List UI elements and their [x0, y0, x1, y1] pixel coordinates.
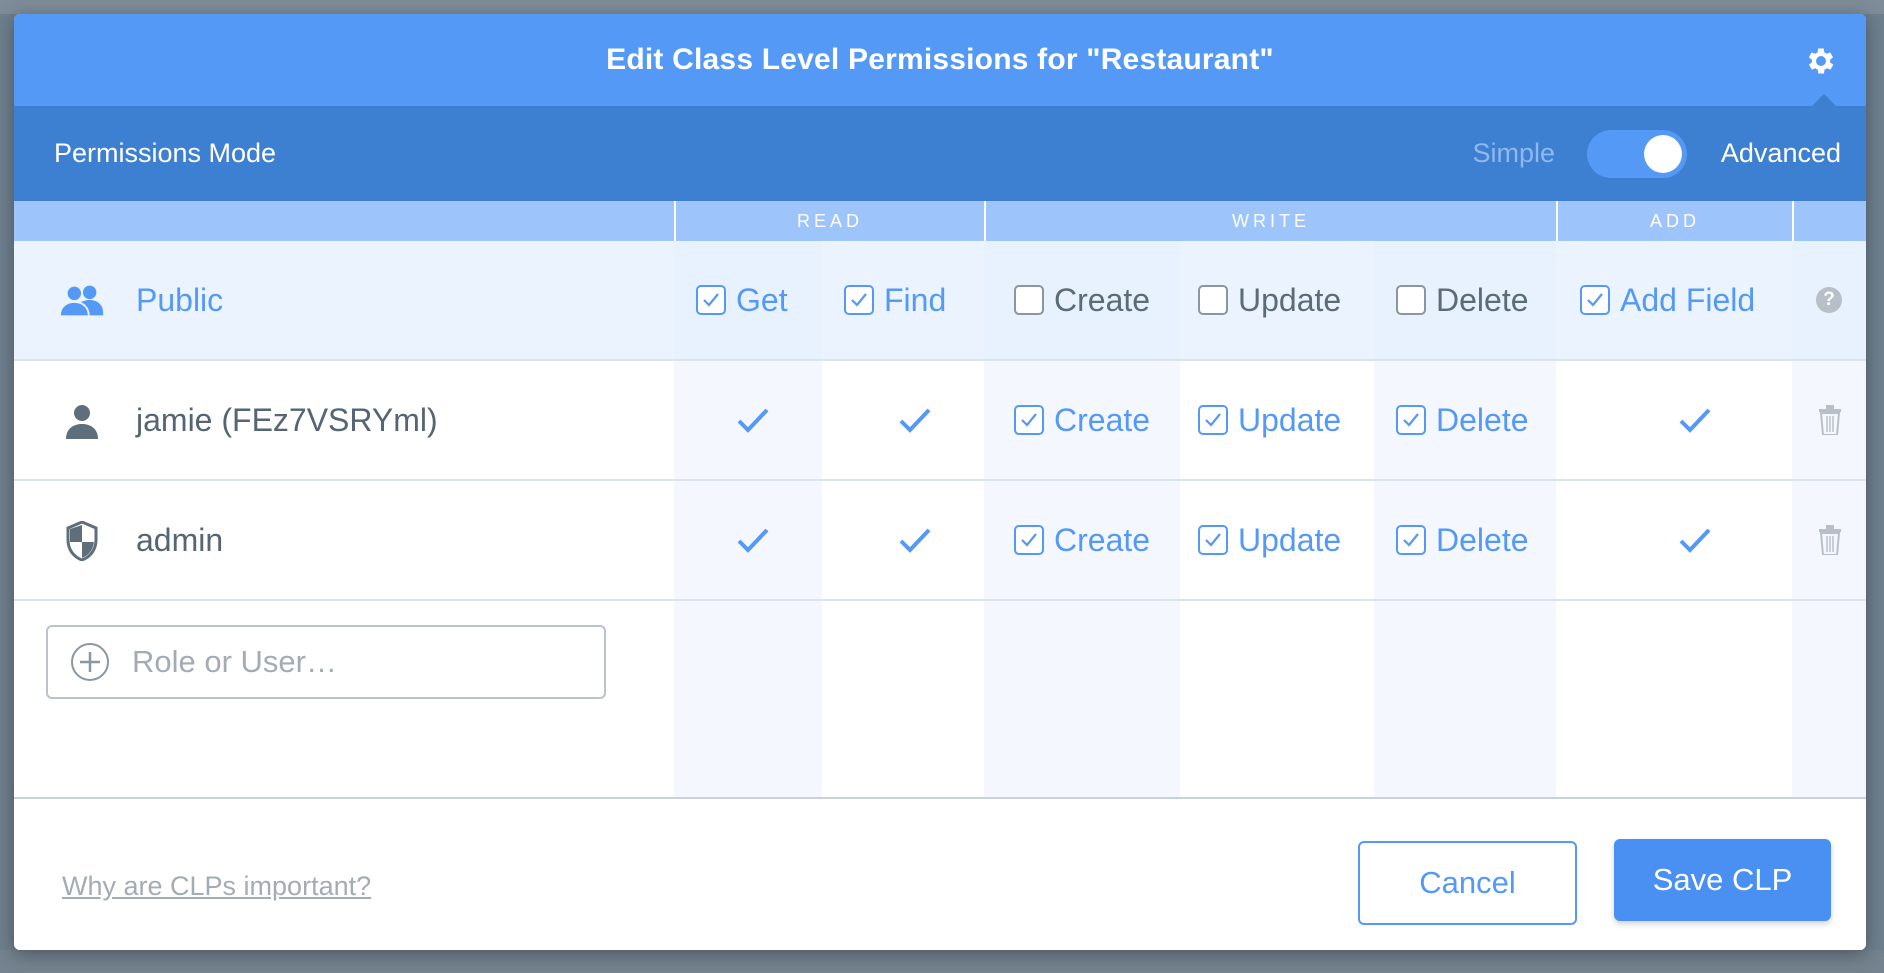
- popover-notch: [1812, 94, 1836, 106]
- checkmark-icon[interactable]: [1678, 406, 1712, 434]
- checkbox-checked[interactable]: [1396, 525, 1426, 555]
- background-footer: [0, 950, 1884, 973]
- jamie-delete[interactable]: Delete: [1396, 361, 1529, 479]
- modal-footer: Why are CLPs important? Cancel Save CLP: [14, 799, 1866, 950]
- checkmark-icon[interactable]: [898, 526, 932, 554]
- jamie-find[interactable]: [898, 361, 932, 479]
- cancel-button[interactable]: Cancel: [1358, 841, 1577, 925]
- modal-title: Edit Class Level Permissions for "Restau…: [606, 43, 1274, 76]
- checkbox-unchecked[interactable]: [1396, 285, 1426, 315]
- checkbox-checked[interactable]: [844, 285, 874, 315]
- mode-toggle[interactable]: [1587, 130, 1687, 178]
- advanced-mode-label[interactable]: Advanced: [1721, 138, 1841, 169]
- gear-icon[interactable]: [1804, 44, 1838, 78]
- public-get[interactable]: Get: [696, 241, 788, 359]
- help-cell: ?: [1816, 241, 1842, 359]
- admin-delete[interactable]: Delete: [1396, 481, 1529, 599]
- user-icon: [58, 401, 106, 441]
- why-clps-link[interactable]: Why are CLPs important?: [62, 871, 371, 902]
- jamie-update[interactable]: Update: [1198, 361, 1341, 479]
- checkmark-icon[interactable]: [736, 406, 770, 434]
- modal-header: Edit Class Level Permissions for "Restau…: [14, 14, 1866, 106]
- jamie-add-field[interactable]: [1678, 361, 1712, 479]
- checkbox-checked[interactable]: [1198, 405, 1228, 435]
- checkbox-checked[interactable]: [1396, 405, 1426, 435]
- admin-get[interactable]: [736, 481, 770, 599]
- row-name-jamie: jamie (FEz7VSRYml): [136, 401, 438, 438]
- public-add-field-label: Add Field: [1620, 281, 1756, 318]
- users-icon: [58, 281, 106, 321]
- public-find[interactable]: Find: [844, 241, 946, 359]
- checkbox-unchecked[interactable]: [1198, 285, 1228, 315]
- admin-create[interactable]: Create: [1014, 481, 1150, 599]
- group-actions: [1792, 201, 1866, 241]
- checkbox-checked[interactable]: [1014, 405, 1044, 435]
- jamie-delete-label: Delete: [1436, 401, 1529, 438]
- table-row-admin: admin Create Update Delete: [14, 481, 1866, 601]
- public-delete-label: Delete: [1436, 281, 1529, 318]
- checkbox-checked[interactable]: [1198, 525, 1228, 555]
- public-find-label: Find: [884, 281, 947, 318]
- public-update-label: Update: [1238, 281, 1342, 318]
- group-write: WRITE: [984, 201, 1556, 241]
- checkmark-icon[interactable]: [898, 406, 932, 434]
- admin-create-label: Create: [1054, 521, 1151, 558]
- checkbox-checked[interactable]: [1580, 285, 1610, 315]
- shield-icon: [58, 521, 106, 561]
- add-role-or-user[interactable]: [46, 625, 606, 699]
- clp-modal: Edit Class Level Permissions for "Restau…: [14, 14, 1866, 950]
- checkbox-checked[interactable]: [1014, 525, 1044, 555]
- checkbox-checked[interactable]: [696, 285, 726, 315]
- admin-add-field[interactable]: [1678, 481, 1712, 599]
- group-add: ADD: [1556, 201, 1792, 241]
- public-add-field[interactable]: Add Field: [1580, 241, 1755, 359]
- permission-group-header: READ WRITE ADD: [14, 201, 1866, 241]
- help-icon[interactable]: ?: [1816, 287, 1842, 313]
- checkbox-unchecked[interactable]: [1014, 285, 1044, 315]
- table-row-public: Public Get Find Create Update Delete Add…: [14, 241, 1866, 361]
- trash-cell: [1818, 481, 1842, 599]
- admin-delete-label: Delete: [1436, 521, 1529, 558]
- public-create-label: Create: [1054, 281, 1151, 318]
- simple-mode-label[interactable]: Simple: [1472, 138, 1555, 169]
- table-row-jamie: jamie (FEz7VSRYml) Create Update Delete: [14, 361, 1866, 481]
- public-get-label: Get: [736, 281, 788, 318]
- public-create[interactable]: Create: [1014, 241, 1150, 359]
- row-name-public: Public: [136, 281, 224, 318]
- background-table-header: [0, 0, 1884, 14]
- admin-update-label: Update: [1238, 521, 1342, 558]
- plus-circle-icon[interactable]: [70, 642, 110, 682]
- role-or-user-input[interactable]: [132, 644, 552, 680]
- checkmark-icon[interactable]: [1678, 526, 1712, 554]
- trash-icon[interactable]: [1818, 405, 1842, 435]
- public-delete[interactable]: Delete: [1396, 241, 1529, 359]
- jamie-create-label: Create: [1054, 401, 1151, 438]
- jamie-get[interactable]: [736, 361, 770, 479]
- jamie-update-label: Update: [1238, 401, 1342, 438]
- jamie-create[interactable]: Create: [1014, 361, 1150, 479]
- public-update[interactable]: Update: [1198, 241, 1341, 359]
- group-read: READ: [674, 201, 984, 241]
- save-clp-button[interactable]: Save CLP: [1614, 839, 1831, 921]
- admin-update[interactable]: Update: [1198, 481, 1341, 599]
- permissions-mode-bar: Permissions Mode Simple Advanced: [14, 106, 1866, 201]
- mode-toggle-knob[interactable]: [1644, 135, 1682, 173]
- trash-icon[interactable]: [1818, 525, 1842, 555]
- trash-cell: [1818, 361, 1842, 479]
- admin-find[interactable]: [898, 481, 932, 599]
- checkmark-icon[interactable]: [736, 526, 770, 554]
- permissions-mode-label: Permissions Mode: [54, 138, 277, 168]
- row-name-admin: admin: [136, 521, 224, 558]
